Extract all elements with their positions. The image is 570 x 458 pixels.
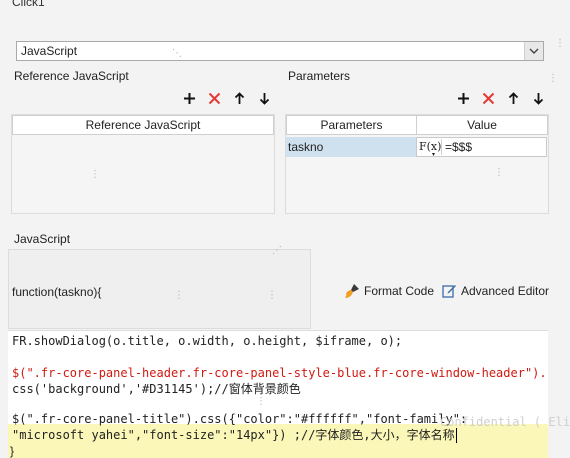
format-code-label: Format Code <box>364 284 435 298</box>
splitter-dots: ⋮ <box>90 169 101 180</box>
cell-divider <box>441 139 442 155</box>
splitter-dots: ⋰ <box>272 245 283 256</box>
formula-dropdown-icon[interactable]: ▾ <box>432 151 435 158</box>
text-cursor <box>456 428 457 443</box>
splitter-dots: ⋮ <box>494 167 505 178</box>
code-line-7: "microsoft yahei","font-size":"14px"}) ;… <box>12 428 455 442</box>
formula-button[interactable]: F(x) <box>419 139 441 155</box>
move-down-reference-button[interactable] <box>255 89 273 107</box>
close-x-icon <box>482 92 494 104</box>
splitter-dots: ⋮ <box>174 290 185 301</box>
arrow-up-icon <box>234 91 244 104</box>
script-type-select[interactable]: JavaScript <box>16 41 544 61</box>
plus-icon <box>457 92 469 104</box>
add-parameter-button[interactable] <box>454 89 472 107</box>
code-line-3: $(".fr-core-panel-header.fr-core-panel-s… <box>12 366 547 380</box>
advanced-editor-label: Advanced Editor <box>461 283 550 298</box>
parameter-name-cell[interactable]: taskno <box>286 137 417 157</box>
signature-panel: function(taskno){ ⋮ ⋮ <box>8 249 311 329</box>
add-reference-button[interactable] <box>180 89 198 107</box>
edit-icon <box>442 285 456 298</box>
value-column-header[interactable]: Value <box>416 115 548 135</box>
chevron-down-icon[interactable] <box>524 42 543 60</box>
move-down-parameter-button[interactable] <box>529 89 547 107</box>
parameter-name: taskno <box>288 140 324 154</box>
remove-parameter-button[interactable] <box>479 89 497 107</box>
close-x-icon <box>208 92 220 104</box>
remove-reference-button[interactable] <box>205 89 223 107</box>
code-line-6: $(".fr-core-panel-title").css({"color":"… <box>12 412 468 426</box>
move-up-parameter-button[interactable] <box>504 89 522 107</box>
code-editor[interactable]: FR.showDialog(o.title, o.width, o.height… <box>8 330 570 458</box>
parameter-value: =$$$ <box>445 140 473 154</box>
splitter-dots: ⋮ <box>548 73 559 84</box>
reference-js-table[interactable]: Reference JavaScript ⋮ <box>11 114 275 214</box>
move-up-reference-button[interactable] <box>230 89 248 107</box>
watermark: Confidential ( Eli <box>440 415 570 429</box>
parameter-value-cell[interactable]: F(x) ▾ =$$$ <box>416 137 547 158</box>
parameters-column-header[interactable]: Parameters <box>286 115 417 135</box>
parameters-table[interactable]: Parameters Value taskno F(x) ▾ =$$$ ⋮ <box>285 114 549 214</box>
code-line-1: FR.showDialog(o.title, o.width, o.height… <box>12 334 403 348</box>
reference-js-label: Reference JavaScript <box>14 69 129 83</box>
window-title: Click1 <box>12 0 45 9</box>
brush-icon <box>345 284 359 298</box>
javascript-label: JavaScript <box>14 232 71 246</box>
plus-icon <box>183 92 195 104</box>
advanced-editor-button[interactable]: Advanced Editor <box>442 283 549 298</box>
arrow-up-icon <box>508 91 518 104</box>
parameters-label: Parameters <box>288 69 351 83</box>
function-signature: function(taskno){ <box>12 285 102 299</box>
format-code-button[interactable]: Format Code <box>344 283 434 299</box>
reference-js-column-header[interactable]: Reference JavaScript <box>12 115 274 135</box>
closing-brace: } <box>10 444 15 458</box>
splitter-dots[interactable]: ⋮ <box>555 39 566 49</box>
splitter-dots: ⋮ <box>267 290 278 301</box>
code-line-4: css('background','#D31145');//窗体背景颜色 <box>12 382 301 396</box>
script-type-value: JavaScript <box>21 44 78 58</box>
arrow-down-icon <box>259 92 269 105</box>
splitter-dots: ⋱ <box>172 48 183 59</box>
arrow-down-icon <box>533 92 543 105</box>
splitter-dots: ⋮ <box>256 396 267 407</box>
